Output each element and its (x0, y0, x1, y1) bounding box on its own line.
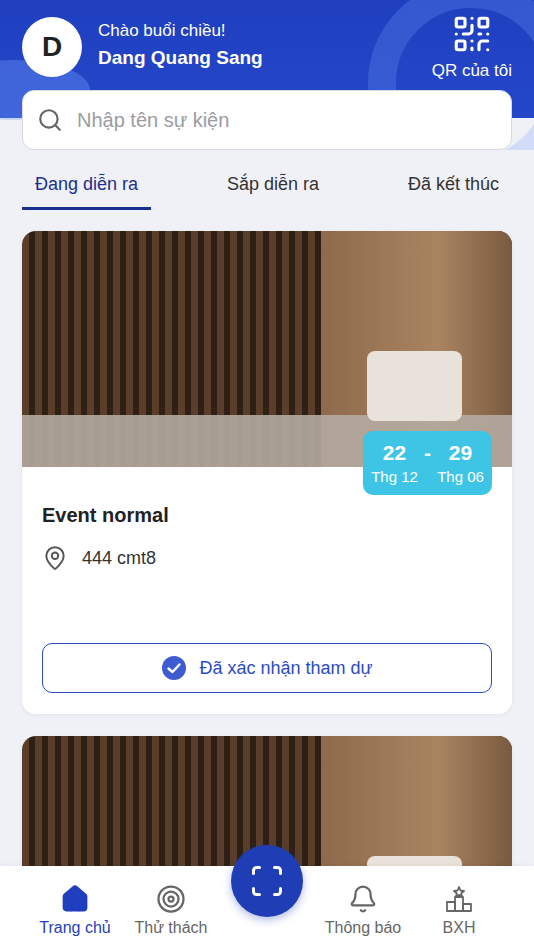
home-screen: D Chào buổi chiều! Dang Quang SangQR của t… (0, 0, 534, 950)
bell-icon (348, 884, 378, 914)
event-image: 22-29Thg 12Thg 06 (22, 231, 512, 467)
nav-item[interactable]: Trang chủ (27, 866, 123, 950)
nav-item[interactable]: BXH (411, 866, 507, 950)
search-icon (37, 107, 63, 133)
avatar[interactable]: D (22, 17, 82, 77)
greeting-text: Chào buổi chiều! (98, 21, 432, 41)
podium-icon (444, 884, 474, 914)
event-location: 444 cmt8 (42, 545, 492, 571)
event-card[interactable]: 22-29Thg 12Thg 06Event normal444 cmt8Đã … (22, 231, 512, 714)
attendance-button[interactable]: Đã xác nhận tham dự (42, 643, 492, 693)
tab-bar: Đang diễn ra Sắp diễn ra Đã kết thúc (0, 150, 534, 210)
tab[interactable]: Sắp diễn ra (214, 164, 332, 210)
search-input[interactable] (75, 108, 497, 133)
user-bar: D Chào buổi chiều! Dang Quang SangQR của t… (22, 13, 512, 90)
start-month: Thg 12 (371, 468, 418, 485)
event-title: Event normal (42, 503, 492, 527)
qr-code-icon (451, 13, 493, 55)
search-box (22, 90, 512, 150)
start-day: 22 (383, 441, 406, 465)
end-month: Thg 06 (437, 468, 484, 485)
tab[interactable]: Đã kết thúc (395, 164, 512, 210)
image-detail (367, 856, 462, 866)
target-icon (156, 884, 186, 914)
header: D Chào buổi chiều! Dang Quang SangQR của t… (0, 0, 534, 150)
qr-label: QR của tôi (432, 61, 512, 81)
scan-button[interactable] (231, 845, 303, 917)
date-badge: 22-29 Thg 12 Thg 06 (363, 431, 492, 495)
scan-icon (249, 863, 285, 899)
tab[interactable]: Đang diễn ra (22, 164, 151, 210)
check-circle-icon (161, 655, 187, 681)
my-qr-button[interactable]: QR của tôi (432, 13, 512, 81)
home-icon (60, 884, 90, 914)
user-name: Dang Quang Sang (98, 47, 432, 69)
bottom-nav: Trang chủThử thách Thông báoBXH (0, 866, 534, 950)
event-body: Event normal 444 cmt8 Đã xác nhận tham dự (22, 467, 512, 714)
nav-item[interactable]: Thông báo (315, 866, 411, 950)
greeting: Chào buổi chiều! Dang Quang Sang (98, 13, 432, 69)
location-pin-icon (42, 545, 68, 571)
event-list: 22-29Thg 12Thg 06Event normal444 cmt8Đã … (0, 210, 534, 866)
nav-item[interactable]: Thử thách (123, 866, 219, 950)
date-separator: - (424, 441, 431, 465)
end-day: 29 (449, 441, 472, 465)
image-detail (367, 351, 462, 421)
